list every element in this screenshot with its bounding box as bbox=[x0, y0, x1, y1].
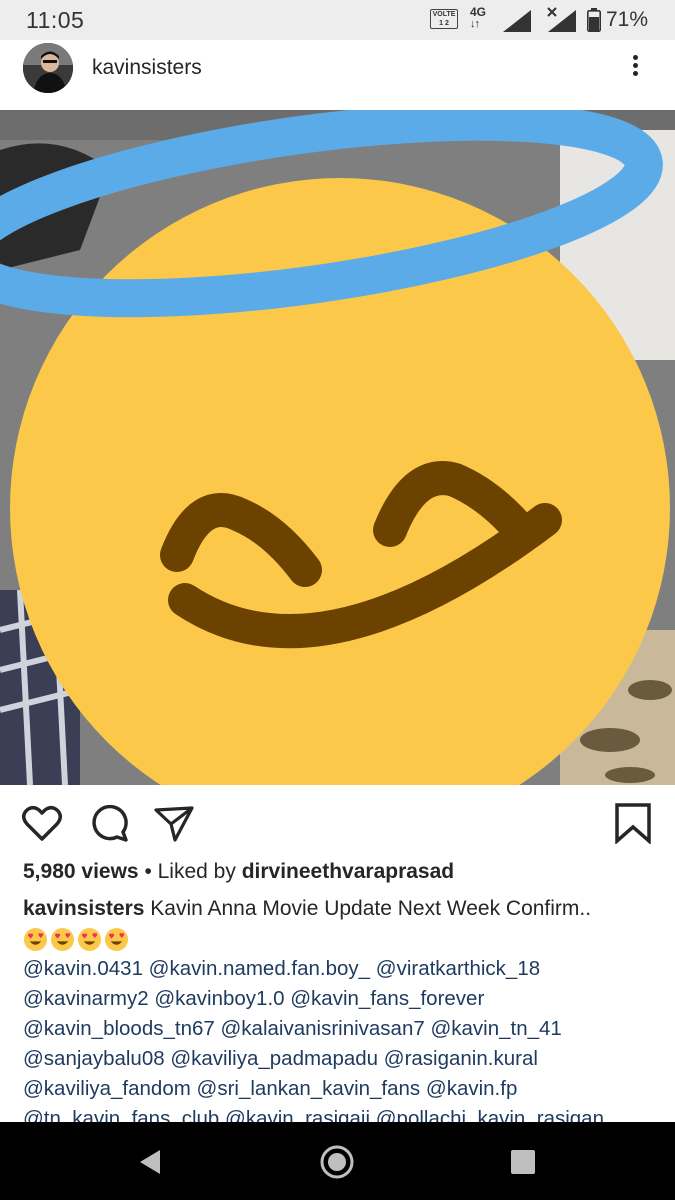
battery-icon bbox=[587, 8, 601, 32]
android-nav-bar bbox=[0, 1122, 675, 1200]
heart-eyes-emoji-icon bbox=[23, 927, 48, 952]
status-time: 11:05 bbox=[26, 7, 85, 33]
tag-line: @kavin.0431 @kavin.named.fan.boy_ @virat… bbox=[23, 954, 673, 984]
caption-username[interactable]: kavinsisters bbox=[23, 897, 144, 920]
recents-icon[interactable] bbox=[505, 1144, 541, 1180]
caption-text: Kavin Anna Movie Update Next Week Confir… bbox=[150, 897, 592, 920]
mention-link[interactable]: @kaviliya_fandom bbox=[23, 1077, 191, 1100]
liked-by-user[interactable]: dirvineethvaraprasad bbox=[242, 860, 454, 883]
battery-percent: 71% bbox=[606, 8, 649, 31]
caption-tags: @kavin.0431 @kavin.named.fan.boy_ @virat… bbox=[23, 954, 673, 1124]
tag-line: @kaviliya_fandom @sri_lankan_kavin_fans … bbox=[23, 1074, 673, 1104]
bookmark-icon[interactable] bbox=[612, 802, 654, 844]
mention-link[interactable]: @kavin.named.fan.boy_ bbox=[149, 957, 370, 980]
comment-bubble-icon[interactable] bbox=[88, 802, 130, 844]
mention-link[interactable]: @viratkarthick_18 bbox=[376, 957, 540, 980]
mention-link[interactable]: @rasiganin.kural bbox=[384, 1047, 538, 1070]
views-count[interactable]: 5,980 views bbox=[23, 860, 139, 883]
post-caption: kavinsisters Kavin Anna Movie Update Nex… bbox=[23, 894, 663, 954]
post-media[interactable] bbox=[0, 110, 675, 785]
vertical-dots-icon[interactable] bbox=[625, 52, 645, 84]
tag-line: @kavin_bloods_tn67 @kalaivanisrinivasan7… bbox=[23, 1014, 673, 1044]
tag-line: @sanjaybalu08 @kaviliya_padmapadu @rasig… bbox=[23, 1044, 673, 1074]
mention-link[interactable]: @kavin_fans_forever bbox=[290, 987, 484, 1010]
mention-link[interactable]: @sanjaybalu08 bbox=[23, 1047, 165, 1070]
mention-link[interactable]: @kalaivanisrinivasan7 bbox=[220, 1017, 424, 1040]
views-and-likes: 5,980 views • Liked by dirvineethvarapra… bbox=[23, 860, 455, 883]
post-header: kavinsisters bbox=[0, 40, 675, 110]
heart-eyes-emoji-icon bbox=[50, 927, 75, 952]
heart-eyes-emoji-icon bbox=[77, 927, 102, 952]
avatar[interactable] bbox=[23, 43, 73, 93]
home-icon[interactable] bbox=[319, 1144, 355, 1180]
mention-link[interactable]: @kavin_tn_41 bbox=[430, 1017, 561, 1040]
mention-link[interactable]: @kavin_bloods_tn67 bbox=[23, 1017, 215, 1040]
heart-outline-icon[interactable] bbox=[21, 802, 63, 844]
mention-link[interactable]: @kavin.fp bbox=[426, 1077, 517, 1100]
network-type-icon: 4G ↓↑ bbox=[470, 5, 487, 30]
post-photo bbox=[0, 110, 675, 785]
back-icon[interactable] bbox=[132, 1144, 168, 1180]
signal-no-service-icon bbox=[547, 7, 576, 32]
post-username[interactable]: kavinsisters bbox=[92, 56, 202, 80]
status-bar: 11:05 VOLTE 1 2 4G ↓↑ 71% bbox=[0, 0, 675, 40]
heart-eyes-emoji-icon bbox=[104, 927, 129, 952]
caption-emojis bbox=[23, 924, 663, 954]
mention-link[interactable]: @kavinarmy2 bbox=[23, 987, 149, 1010]
volte-badge-icon: VOLTE 1 2 bbox=[430, 9, 458, 29]
tag-line: @tn_kavin_fans_club @kavin_rasigaii @pol… bbox=[23, 1104, 673, 1124]
paper-plane-icon[interactable] bbox=[153, 802, 195, 844]
tag-line: @kavinarmy2 @kavinboy1.0 @kavin_fans_for… bbox=[23, 984, 673, 1014]
mention-link[interactable]: @kavinboy1.0 bbox=[154, 987, 284, 1010]
mention-link[interactable]: @kaviliya_padmapadu bbox=[170, 1047, 378, 1070]
mention-link[interactable]: @sri_lankan_kavin_fans bbox=[197, 1077, 421, 1100]
liked-by-label: Liked by bbox=[157, 860, 236, 883]
mention-link[interactable]: @kavin.0431 bbox=[23, 957, 143, 980]
post-actions bbox=[0, 790, 675, 850]
signal-strength-icon bbox=[503, 10, 531, 32]
